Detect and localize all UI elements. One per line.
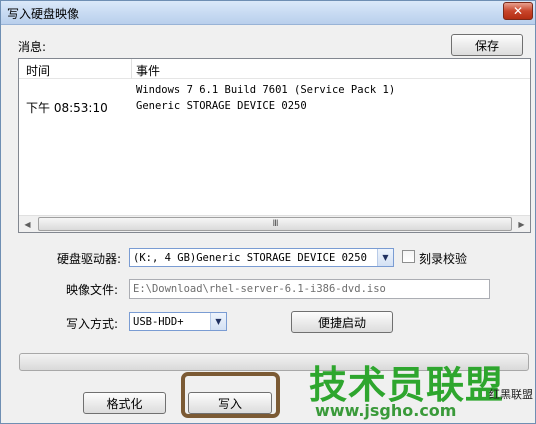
watermark-url: www.jsgho.com [315, 401, 457, 420]
save-button[interactable]: 保存 [451, 34, 523, 56]
messages-label: 消息: [18, 40, 47, 54]
scroll-left-icon[interactable]: ◀ [19, 216, 36, 233]
log-header: 时间 事件 [19, 59, 530, 79]
scroll-grip-icon: III [272, 219, 279, 229]
write-method-label: 写入方式: [66, 317, 119, 331]
scroll-right-icon[interactable]: ▶ [513, 216, 530, 233]
highlight-annotation [181, 372, 280, 418]
close-button[interactable]: ✕ [503, 2, 533, 20]
log-row-time: 下午 08:53:10 [26, 101, 108, 115]
title-bar: 写入硬盘映像 ✕ [1, 1, 535, 25]
column-header-time[interactable]: 时间 [26, 62, 50, 79]
chevron-down-icon[interactable]: ▼ [377, 249, 393, 266]
watermark-logo: 技术员联盟 红黑联盟 www.jsgho.com [309, 354, 535, 424]
drive-label: 硬盘驱动器: [57, 252, 122, 266]
image-file-label: 映像文件: [66, 283, 119, 297]
log-row-event: Windows 7 6.1 Build 7601 (Service Pack 1… [136, 84, 396, 96]
format-button[interactable]: 格式化 [83, 392, 166, 414]
scroll-thumb[interactable]: III [38, 217, 512, 231]
message-log[interactable]: 时间 事件 Windows 7 6.1 Build 7601 (Service … [18, 58, 531, 233]
column-header-event[interactable]: 事件 [136, 62, 160, 79]
write-disk-image-dialog: 写入硬盘映像 ✕ 消息: 保存 时间 事件 Windows 7 6.1 Buil… [0, 0, 536, 424]
quick-boot-button[interactable]: 便捷启动 [291, 311, 393, 333]
horizontal-scrollbar[interactable]: ◀ III ▶ [19, 215, 530, 232]
verify-checkbox[interactable] [402, 250, 415, 263]
window-title: 写入硬盘映像 [7, 7, 80, 21]
chevron-down-icon[interactable]: ▼ [210, 313, 226, 330]
write-method-value: USB-HDD+ [133, 315, 184, 328]
image-file-field[interactable]: E:\Download\rhel-server-6.1-i386-dvd.iso [129, 279, 490, 299]
drive-select-value: (K:, 4 GB)Generic STORAGE DEVICE 0250 [133, 251, 367, 264]
verify-label[interactable]: 刻录校验 [419, 250, 467, 267]
drive-select[interactable]: (K:, 4 GB)Generic STORAGE DEVICE 0250 ▼ [129, 248, 394, 267]
column-separator[interactable] [131, 59, 132, 79]
log-row-event: Generic STORAGE DEVICE 0250 [136, 100, 307, 112]
watermark-small-text: 红黑联盟 [489, 388, 533, 401]
write-method-select[interactable]: USB-HDD+ ▼ [129, 312, 227, 331]
close-icon: ✕ [512, 4, 524, 18]
